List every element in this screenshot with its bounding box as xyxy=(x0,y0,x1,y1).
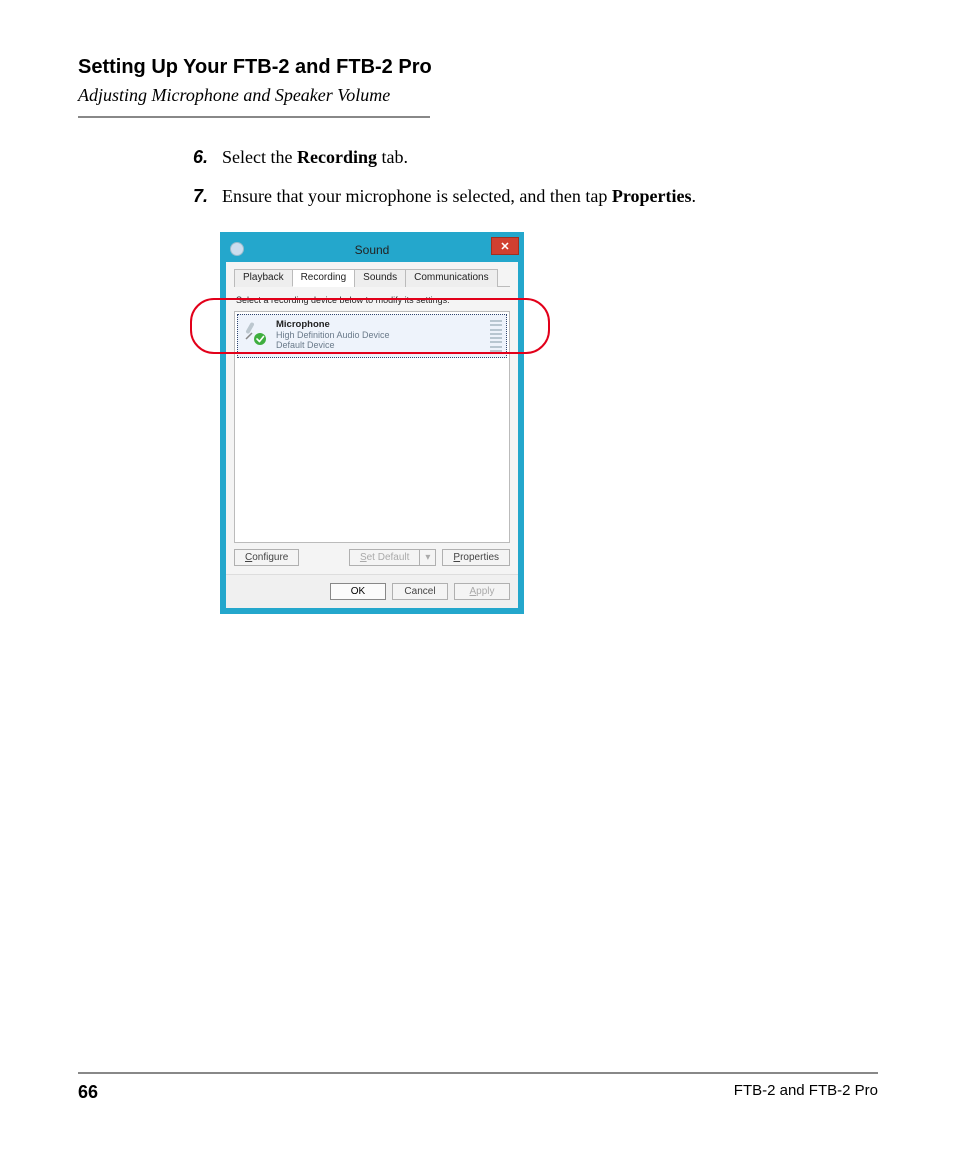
button-label: Apply xyxy=(469,586,494,597)
tab-label: Sounds xyxy=(363,272,397,283)
button-label: OK xyxy=(351,586,365,597)
device-item-microphone[interactable]: Microphone High Definition Audio Device … xyxy=(237,314,507,358)
set-default-split-button[interactable]: Set Default ▾ xyxy=(349,549,436,566)
sound-dialog-figure: Sound ✕ Playback Recording Sounds Commun… xyxy=(220,232,524,614)
tab-communications[interactable]: Communications xyxy=(405,269,497,287)
footer-row: 66 FTB-2 and FTB-2 Pro xyxy=(78,1082,878,1103)
dialog-body: Playback Recording Sounds Communications… xyxy=(226,262,518,574)
button-label: Properties xyxy=(453,552,499,563)
step-list: 6. Select the Recording tab. 7. Ensure t… xyxy=(190,144,890,222)
manual-page: Setting Up Your FTB-2 and FTB-2 Pro Adju… xyxy=(0,0,954,1159)
step-text-bold: Recording xyxy=(297,147,377,167)
header-rule xyxy=(78,116,430,118)
step-number: 7. xyxy=(190,183,208,210)
step-text-post: tab. xyxy=(377,147,408,167)
step-7: 7. Ensure that your microphone is select… xyxy=(190,183,890,210)
titlebar[interactable]: Sound ✕ xyxy=(226,238,518,262)
set-default-dropdown[interactable]: ▾ xyxy=(420,549,436,566)
close-button[interactable]: ✕ xyxy=(491,237,519,255)
chevron-down-icon: ▾ xyxy=(425,552,430,563)
tab-button-row: Configure Set Default ▾ Properties xyxy=(234,549,510,566)
page-footer: 66 FTB-2 and FTB-2 Pro xyxy=(78,1072,878,1103)
device-list[interactable]: Microphone High Definition Audio Device … xyxy=(234,311,510,543)
sound-dialog: Sound ✕ Playback Recording Sounds Commun… xyxy=(220,232,524,614)
chapter-title: Setting Up Your FTB-2 and FTB-2 Pro xyxy=(78,56,878,79)
step-text: Select the Recording tab. xyxy=(222,144,408,171)
properties-button[interactable]: Properties xyxy=(442,549,510,566)
apply-button[interactable]: Apply xyxy=(454,583,510,600)
step-text-bold: Properties xyxy=(612,186,692,206)
step-text: Ensure that your microphone is selected,… xyxy=(222,183,696,210)
set-default-button[interactable]: Set Default xyxy=(349,549,420,566)
configure-button[interactable]: Configure xyxy=(234,549,299,566)
dialog-footer: OK Cancel Apply xyxy=(226,574,518,608)
close-icon: ✕ xyxy=(500,240,509,253)
step-6: 6. Select the Recording tab. xyxy=(190,144,890,171)
right-button-group: Set Default ▾ Properties xyxy=(349,549,510,566)
cancel-button[interactable]: Cancel xyxy=(392,583,448,600)
button-label: Set Default xyxy=(360,552,409,563)
button-label: Configure xyxy=(245,552,288,563)
tab-label: Recording xyxy=(301,272,347,283)
device-name: Microphone xyxy=(276,319,484,330)
speaker-icon xyxy=(230,242,244,256)
tab-label: Playback xyxy=(243,272,284,283)
device-status: Default Device xyxy=(276,340,484,350)
step-text-pre: Ensure that your microphone is selected,… xyxy=(222,186,612,206)
microphone-icon xyxy=(242,319,270,347)
footer-rule xyxy=(78,1072,878,1074)
step-number: 6. xyxy=(190,144,208,171)
dialog-title: Sound xyxy=(355,243,390,257)
device-subtitle: High Definition Audio Device xyxy=(276,330,484,340)
step-text-post: . xyxy=(692,186,697,206)
tab-sounds[interactable]: Sounds xyxy=(354,269,406,287)
button-label: Cancel xyxy=(404,586,435,597)
document-id: FTB-2 and FTB-2 Pro xyxy=(734,1082,878,1103)
page-header: Setting Up Your FTB-2 and FTB-2 Pro Adju… xyxy=(78,56,878,118)
instruction-text: Select a recording device below to modif… xyxy=(234,291,510,311)
device-text: Microphone High Definition Audio Device … xyxy=(276,319,484,350)
page-number: 66 xyxy=(78,1082,98,1103)
section-title: Adjusting Microphone and Speaker Volume xyxy=(78,85,878,106)
tab-label: Communications xyxy=(414,272,488,283)
ok-button[interactable]: OK xyxy=(330,583,386,600)
step-text-pre: Select the xyxy=(222,147,297,167)
tabstrip: Playback Recording Sounds Communications xyxy=(234,268,510,287)
tab-recording[interactable]: Recording xyxy=(292,269,356,287)
tab-playback[interactable]: Playback xyxy=(234,269,293,287)
level-meter xyxy=(490,319,502,353)
